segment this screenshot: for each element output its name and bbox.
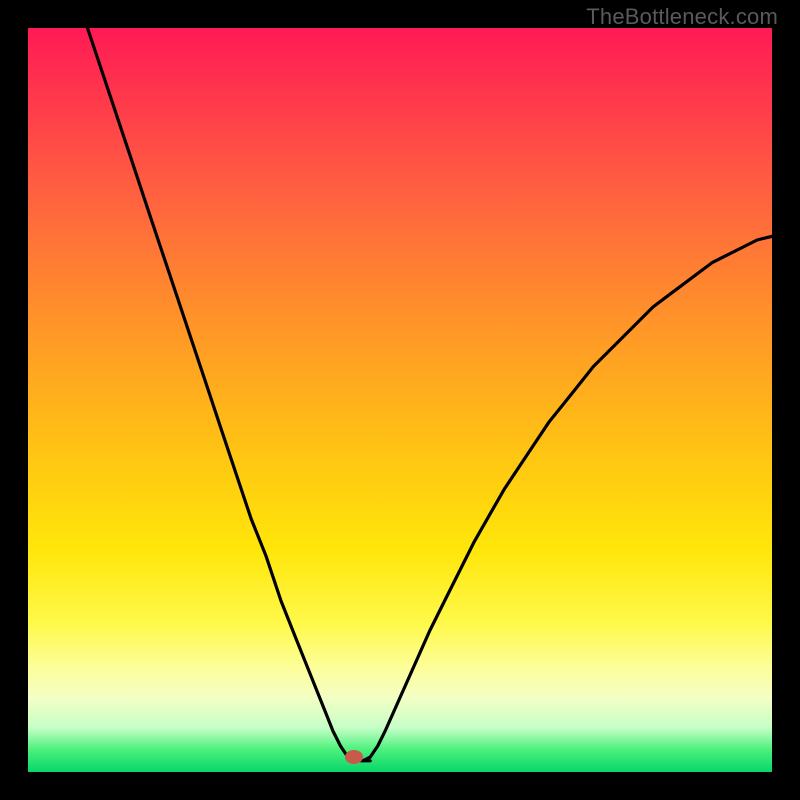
plot-area: [28, 28, 772, 772]
minimum-marker: [345, 750, 363, 764]
outer-frame: TheBottleneck.com: [0, 0, 800, 800]
bottleneck-curve: [88, 28, 773, 761]
watermark-text: TheBottleneck.com: [586, 4, 778, 30]
chart-svg: [28, 28, 772, 772]
